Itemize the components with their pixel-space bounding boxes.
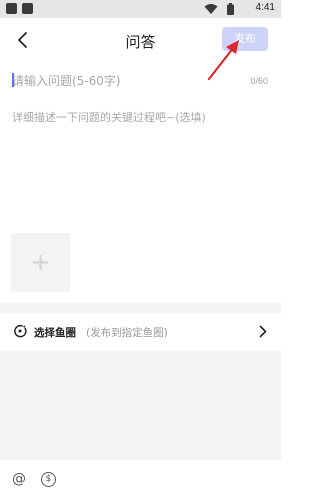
character-counter: 0/60 [250, 76, 268, 86]
notification-icon [6, 3, 17, 14]
plus-icon [33, 255, 48, 270]
add-image-button[interactable] [11, 233, 70, 292]
mention-icon[interactable]: @ [12, 471, 26, 487]
bottom-toolbar: @ $ [0, 460, 281, 499]
chevron-right-icon [259, 325, 267, 338]
question-title-input[interactable]: 请输入问题(5-60字) [12, 72, 212, 88]
reward-icon[interactable]: $ [41, 472, 56, 487]
wifi-icon [204, 4, 218, 14]
status-time: 4:41 [255, 2, 275, 13]
empty-area [0, 351, 281, 460]
question-description-input[interactable]: 详细描述一下问题的关键过程吧~(选填) [12, 109, 206, 125]
circle-select-icon [14, 324, 27, 338]
status-bar: 4:41 [0, 0, 281, 18]
select-circle-label: 选择鱼圈 [34, 327, 76, 339]
notification-icon [22, 3, 33, 14]
section-divider [0, 303, 281, 313]
select-circle-hint: (发布到指定鱼圈) [86, 327, 168, 339]
select-circle-row[interactable]: 选择鱼圈 (发布到指定鱼圈) [0, 313, 281, 351]
battery-icon [227, 3, 234, 15]
